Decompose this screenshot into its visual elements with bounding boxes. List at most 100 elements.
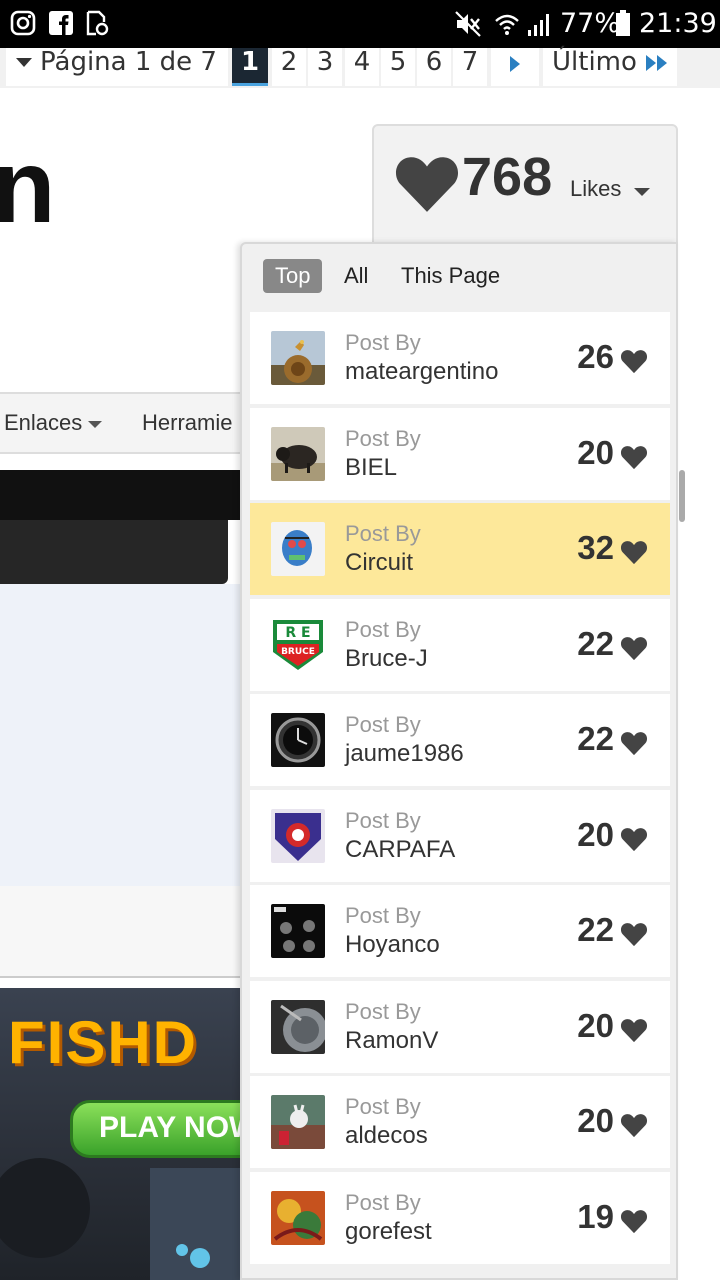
- list-item[interactable]: R E BRUCE Post By Bruce-J 22: [250, 599, 670, 691]
- tab-this-page[interactable]: This Page: [401, 259, 500, 293]
- page-1[interactable]: 1: [232, 48, 268, 86]
- list-item[interactable]: Post By mateargentino 26: [250, 312, 670, 404]
- list-item[interactable]: Post By gorefest 19: [250, 1172, 670, 1264]
- dark-tooltip-bar: [0, 520, 228, 584]
- nav-enlaces[interactable]: Enlaces: [4, 410, 103, 436]
- last-page-button[interactable]: Último: [543, 48, 677, 86]
- signal-icon: [528, 14, 549, 36]
- post-by-label: Post By: [345, 903, 421, 928]
- ad-play-button[interactable]: PLAY NOW: [70, 1100, 250, 1158]
- avatar: R E BRUCE: [271, 618, 325, 672]
- like-count: 22: [577, 625, 614, 662]
- ad-title: FISHD: [8, 1009, 198, 1076]
- page-5[interactable]: 5: [381, 48, 415, 86]
- pagination: Página 1 de 7 1 2 3 4 5 6 7 Último: [0, 48, 720, 88]
- double-arrow-icon: [646, 54, 668, 71]
- page-4[interactable]: 4: [345, 48, 379, 86]
- username-link[interactable]: CARPAFA: [345, 836, 455, 864]
- username-link[interactable]: aldecos: [345, 1122, 428, 1150]
- svg-text:BRUCE: BRUCE: [281, 647, 315, 657]
- caret-down-icon: [634, 188, 650, 196]
- list-item[interactable]: Post By jaume1986 22: [250, 694, 670, 786]
- post-by-label: Post By: [345, 712, 421, 737]
- like-count: 20: [577, 1102, 614, 1139]
- last-page-label: Último: [552, 47, 637, 77]
- post-by-label: Post By: [345, 808, 421, 833]
- username-link[interactable]: gorefest: [345, 1218, 432, 1246]
- heart-icon: [620, 923, 648, 947]
- avatar: [271, 809, 325, 863]
- heart-icon: [395, 157, 459, 212]
- username-link[interactable]: jaume1986: [345, 740, 464, 768]
- avatar: [271, 522, 325, 576]
- nav-enlaces-label: Enlaces: [4, 410, 83, 435]
- heart-icon: [620, 1210, 648, 1234]
- advertisement-banner[interactable]: FISHD PLAY NOW: [0, 988, 250, 1280]
- avatar: [271, 1000, 325, 1054]
- heart-icon: [620, 637, 648, 661]
- heart-icon: [620, 1114, 648, 1138]
- post-by-label: Post By: [345, 617, 421, 642]
- instagram-icon: [10, 10, 36, 36]
- page-2[interactable]: 2: [272, 48, 306, 86]
- page-6[interactable]: 6: [417, 48, 451, 86]
- post-by-label: Post By: [345, 1094, 421, 1119]
- page-title-fragment: n: [0, 129, 56, 245]
- facebook-icon: [49, 11, 73, 35]
- heart-icon: [620, 828, 648, 852]
- tab-all[interactable]: All: [344, 259, 368, 293]
- avatar: [271, 427, 325, 481]
- avatar: [271, 1095, 325, 1149]
- mute-icon: [455, 11, 481, 37]
- dark-header-bar: [0, 470, 250, 520]
- username-link[interactable]: Hoyanco: [345, 931, 440, 959]
- battery-percent: 77%: [560, 8, 621, 39]
- page-3[interactable]: 3: [308, 48, 342, 86]
- status-bar: 77% 21:39: [0, 0, 720, 48]
- list-item[interactable]: Post By Circuit 32: [250, 503, 670, 595]
- avatar: [271, 904, 325, 958]
- page-7[interactable]: 7: [453, 48, 487, 86]
- username-link[interactable]: Bruce-J: [345, 645, 428, 673]
- content-panel: [0, 584, 250, 886]
- forum-navbar: Enlaces Herramie: [0, 392, 250, 454]
- like-count: 26: [577, 338, 614, 375]
- list-item[interactable]: Post By CARPAFA 20: [250, 790, 670, 882]
- avatar: [271, 713, 325, 767]
- page-scrollbar[interactable]: [679, 470, 685, 522]
- likes-header[interactable]: 768 Likes: [372, 124, 678, 254]
- heart-icon: [620, 541, 648, 565]
- likes-count: 768: [462, 147, 553, 207]
- post-by-label: Post By: [345, 999, 421, 1024]
- content-strip: [0, 886, 250, 978]
- clock: 21:39: [639, 8, 717, 39]
- heart-icon: [620, 350, 648, 374]
- next-arrow-icon: [510, 56, 520, 72]
- list-item[interactable]: Post By BIEL 20: [250, 408, 670, 500]
- like-count: 22: [577, 720, 614, 757]
- like-count: 20: [577, 1007, 614, 1044]
- tab-top[interactable]: Top: [263, 259, 323, 293]
- next-page-button[interactable]: [491, 48, 539, 86]
- list-item[interactable]: Post By Hoyanco 22: [250, 885, 670, 977]
- username-link[interactable]: Circuit: [345, 549, 413, 577]
- post-by-label: Post By: [345, 521, 421, 546]
- heart-icon: [620, 732, 648, 756]
- post-by-label: Post By: [345, 1190, 421, 1215]
- avatar: [271, 1191, 325, 1245]
- page-jump-dropdown[interactable]: Página 1 de 7: [6, 48, 228, 86]
- username-link[interactable]: BIEL: [345, 454, 397, 482]
- list-item[interactable]: Post By aldecos 20: [250, 1076, 670, 1168]
- battery-icon: [616, 10, 630, 36]
- like-count: 20: [577, 816, 614, 853]
- likes-label: Likes: [570, 176, 622, 201]
- username-link[interactable]: mateargentino: [345, 358, 498, 386]
- like-count: 32: [577, 529, 614, 566]
- username-link[interactable]: RamonV: [345, 1027, 438, 1055]
- like-count: 19: [577, 1198, 614, 1235]
- nav-herramientas[interactable]: Herramie: [142, 410, 232, 436]
- svg-text:R E: R E: [285, 625, 310, 641]
- heart-icon: [620, 446, 648, 470]
- post-by-label: Post By: [345, 426, 421, 451]
- list-item[interactable]: Post By RamonV 20: [250, 981, 670, 1073]
